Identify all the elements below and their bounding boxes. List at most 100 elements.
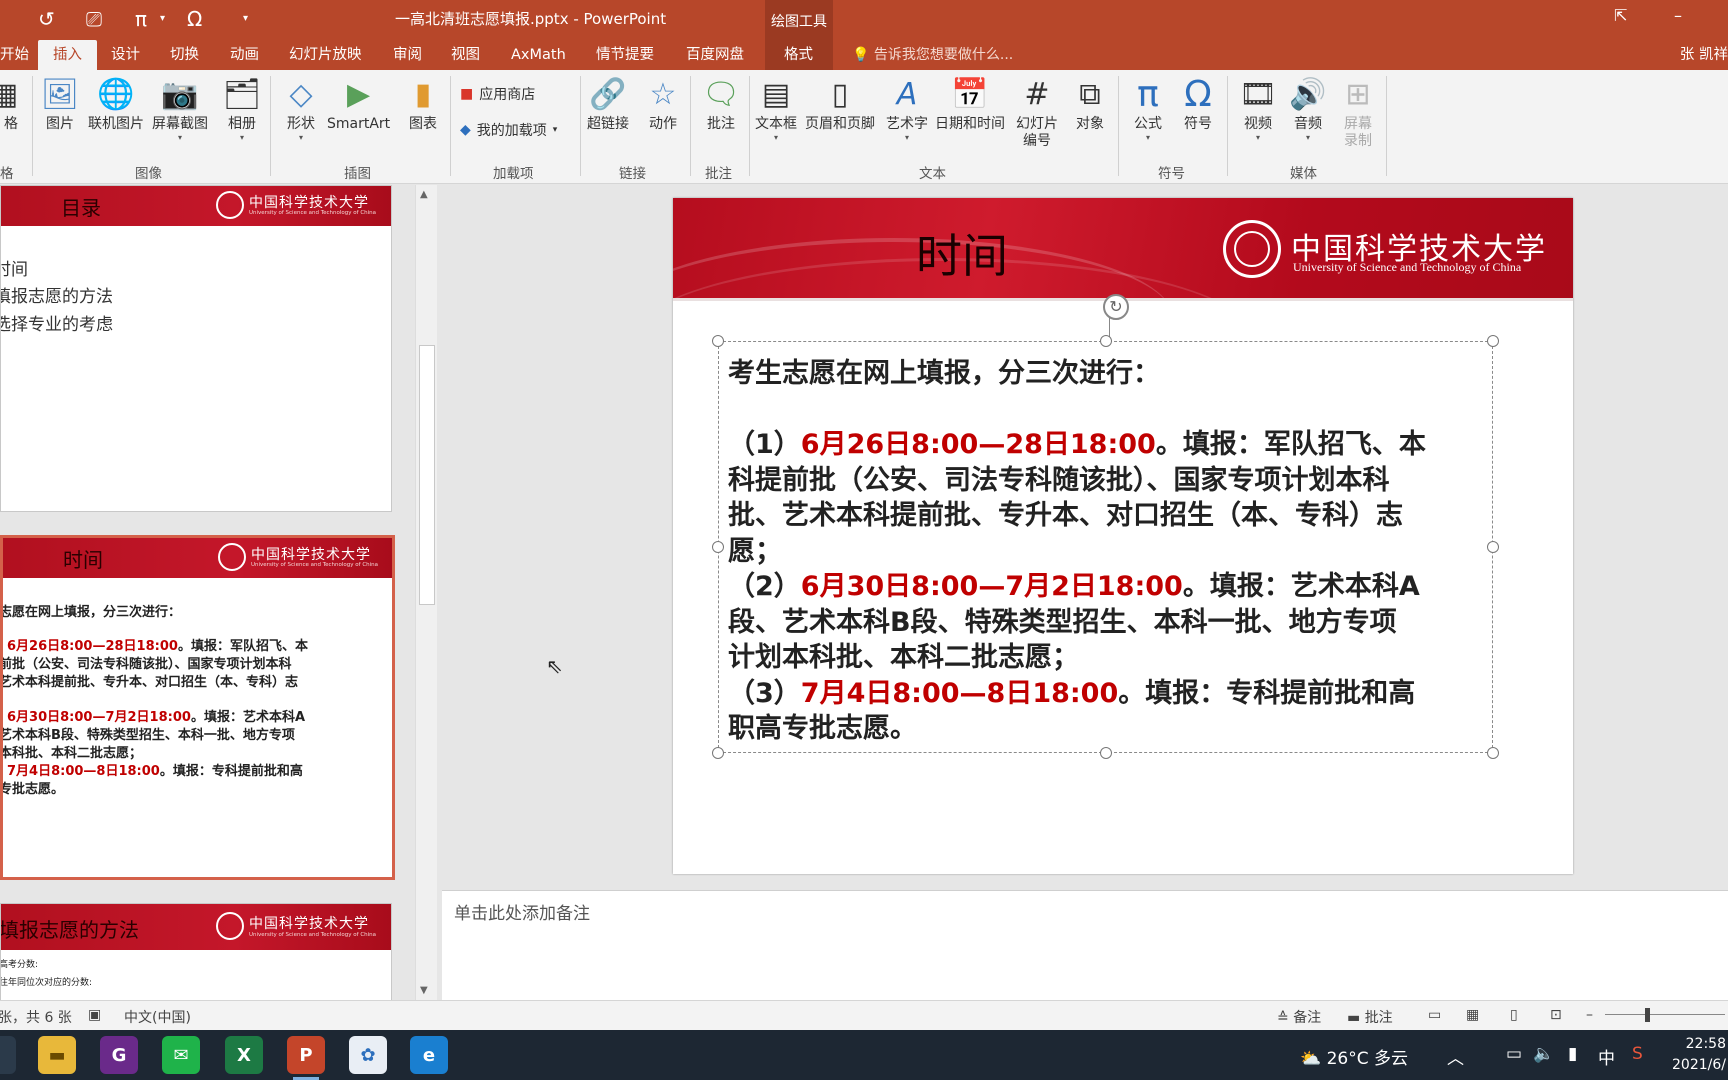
shapes-button[interactable]: ◇ 形状 ▾ (283, 76, 319, 143)
scroll-up-icon[interactable]: ▲ (420, 189, 428, 200)
network-icon[interactable]: ▭ (1506, 1044, 1522, 1064)
slide-thumbnail-pane[interactable]: 目录 中国科学技术大学 University of Science and Te… (0, 185, 400, 1003)
normal-view-icon[interactable]: ▭ (1428, 1007, 1441, 1023)
comments-toggle[interactable]: ▬ 批注 (1347, 1007, 1393, 1027)
photos-app-icon[interactable]: ✿ (349, 1036, 387, 1074)
spellcheck-icon[interactable]: ▣ (88, 1007, 101, 1023)
ime-indicator[interactable]: 中 (1598, 1044, 1615, 1069)
tab-insert[interactable]: 插入 (38, 40, 97, 70)
smartart-button[interactable]: ▶ SmartArt (327, 76, 390, 133)
scroll-down-icon[interactable]: ▼ (420, 985, 428, 996)
current-slide[interactable]: 时间 中国科学技术大学 University of Science and Te… (673, 198, 1573, 874)
tell-me-search[interactable]: 💡 告诉我您想要做什么... (852, 40, 1013, 70)
tray-overflow-icon[interactable]: ︿ (1447, 1044, 1464, 1069)
resize-handle[interactable] (712, 335, 724, 347)
sogou-ime-icon[interactable]: S (1632, 1044, 1643, 1064)
system-clock[interactable]: 22:58 2021/6/ (1672, 1034, 1726, 1076)
slide-thumbnail-method[interactable]: 填报志愿的方法 中国科学技术大学 University of Science a… (0, 903, 392, 1003)
round-1-line: 愿； (728, 535, 782, 567)
battery-icon[interactable]: ▮ (1568, 1044, 1577, 1064)
hyperlink-button[interactable]: 🔗 超链接 (587, 76, 629, 133)
zoom-slider-thumb[interactable] (1645, 1008, 1650, 1022)
insert-symbol-qat[interactable]: Ω (187, 6, 202, 32)
minimize-button[interactable]: – (1674, 6, 1682, 25)
tab-slideshow[interactable]: 幻灯片放映 (289, 40, 362, 70)
wechat-icon[interactable]: ✉ (162, 1036, 200, 1074)
tab-design[interactable]: 设计 (111, 40, 140, 70)
zoom-slider[interactable] (1605, 1014, 1725, 1015)
tab-animations[interactable]: 动画 (230, 40, 259, 70)
scrollbar-thumb[interactable] (419, 345, 435, 605)
table-button[interactable]: ▦ 格 (0, 76, 22, 133)
header-footer-button[interactable]: ▯ 页眉和页脚 (805, 76, 875, 133)
redo-icon[interactable]: ↺ (38, 6, 55, 32)
slide-number-button[interactable]: # 幻灯片 编号 (1016, 76, 1058, 150)
tab-format[interactable]: 格式 (784, 40, 813, 70)
slide-body-text[interactable]: 考生志愿在网上填报，分三次进行： （1）6月26日8:00—28日18:00。填… (728, 356, 1498, 747)
online-picture-button[interactable]: 🌐 联机图片 (88, 76, 144, 133)
slide-thumbnail-time[interactable]: 时间 中国科学技术大学 University of Science and Te… (0, 535, 395, 880)
slideshow-view-icon[interactable]: ⊡ (1550, 1007, 1562, 1023)
pdf-app-icon[interactable]: G (100, 1036, 138, 1074)
thumbnail-scrollbar[interactable]: ▲ ▼ (415, 185, 437, 1000)
album-button[interactable]: 🗂 相册 ▾ (223, 76, 261, 143)
powerpoint-icon[interactable]: P (287, 1036, 325, 1080)
tab-baidu-netdisk[interactable]: 百度网盘 (686, 40, 744, 70)
tab-view[interactable]: 视图 (451, 40, 480, 70)
picture-button[interactable]: 🖼 图片 (41, 76, 79, 133)
resize-handle[interactable] (1100, 747, 1112, 759)
tab-axmath[interactable]: AxMath (511, 40, 566, 70)
edge-browser-icon[interactable]: e (410, 1036, 448, 1074)
rotate-handle-icon[interactable]: ↻ (1103, 294, 1129, 320)
textbox-button[interactable]: ▤ 文本框 ▾ (755, 76, 797, 143)
store-button[interactable]: ■ 应用商店 (460, 84, 535, 104)
slide-sorter-icon[interactable]: ▦ (1466, 1007, 1479, 1023)
comment-button[interactable]: 🗨 批注 (702, 76, 740, 133)
action-star-icon: ☆ (649, 76, 677, 112)
slide-title[interactable]: 时间 (916, 220, 1008, 286)
video-button[interactable]: 🎞 视频 ▾ (1239, 76, 1277, 143)
insert-equation-qat[interactable]: π (135, 6, 147, 32)
taskbar-app[interactable] (0, 1036, 16, 1074)
university-name-en: University of Science and Technology of … (249, 932, 377, 938)
notes-pane[interactable]: 单击此处添加备注 (442, 890, 1728, 1000)
ribbon-insert: ▦ 格 格 🖼 图片 🌐 联机图片 📷 屏幕截图 ▾ 🗂 相册 ▾ 图像 ◇ 形状 ▾ ▶ Smar… (0, 70, 1728, 184)
file-explorer-icon[interactable]: ▬ (38, 1036, 76, 1074)
resize-handle[interactable] (1487, 335, 1499, 347)
equation-dropdown-icon[interactable]: ▾ (160, 6, 165, 32)
content-textbox[interactable]: 考生志愿在网上填报，分三次进行： （1）6月26日8:00—28日18:00。填… (712, 335, 1499, 759)
customize-qat-icon[interactable]: ▾ (243, 6, 248, 32)
user-account[interactable]: 张 凯祥 (1680, 40, 1728, 70)
tab-transitions[interactable]: 切换 (170, 40, 199, 70)
reading-view-icon[interactable]: ▯ (1510, 1007, 1518, 1023)
thumbnail-text: 志愿在网上填报，分三次进行： (0, 605, 182, 620)
excel-icon[interactable]: X (225, 1036, 263, 1074)
resize-handle[interactable] (1100, 335, 1112, 347)
zoom-out-icon[interactable]: – (1586, 1007, 1593, 1023)
volume-icon[interactable]: 🔈 (1533, 1044, 1554, 1064)
action-button[interactable]: ☆ 动作 (645, 76, 681, 133)
weather-widget[interactable]: ⛅ 26°C 多云 (1300, 1044, 1408, 1069)
symbol-button[interactable]: Ω 符号 (1180, 74, 1216, 133)
present-from-start-icon[interactable]: ⎚ (86, 6, 102, 32)
slide-thumbnail-toc[interactable]: 目录 中国科学技术大学 University of Science and Te… (0, 185, 392, 512)
group-links-label: 链接 (619, 166, 646, 182)
notes-toggle[interactable]: ≙ 备注 (1277, 1007, 1321, 1027)
tab-review[interactable]: 审阅 (393, 40, 422, 70)
equation-button[interactable]: π 公式 ▾ (1130, 74, 1166, 143)
audio-button[interactable]: 🔊 音频 ▾ (1289, 76, 1326, 143)
tab-home[interactable]: 开始 (0, 40, 29, 70)
notes-placeholder[interactable]: 单击此处添加备注 (454, 899, 590, 924)
language-indicator[interactable]: 中文(中国) (124, 1007, 191, 1027)
my-addins-button[interactable]: ◆ 我的加载项 ▾ (460, 120, 557, 140)
screenshot-button[interactable]: 📷 屏幕截图 ▾ (152, 76, 208, 143)
datetime-button[interactable]: 📅 日期和时间 (935, 76, 1005, 133)
chart-button[interactable]: ▮ 图表 (405, 76, 441, 133)
resize-handle[interactable] (712, 541, 724, 553)
ribbon-display-options-icon[interactable]: ⇱ (1614, 6, 1627, 25)
tab-storyboard[interactable]: 情节提要 (596, 40, 654, 70)
resize-handle[interactable] (712, 747, 724, 759)
wordart-button[interactable]: A 艺术字 ▾ (886, 76, 928, 143)
object-button[interactable]: ⧉ 对象 (1072, 76, 1108, 133)
resize-handle[interactable] (1487, 747, 1499, 759)
